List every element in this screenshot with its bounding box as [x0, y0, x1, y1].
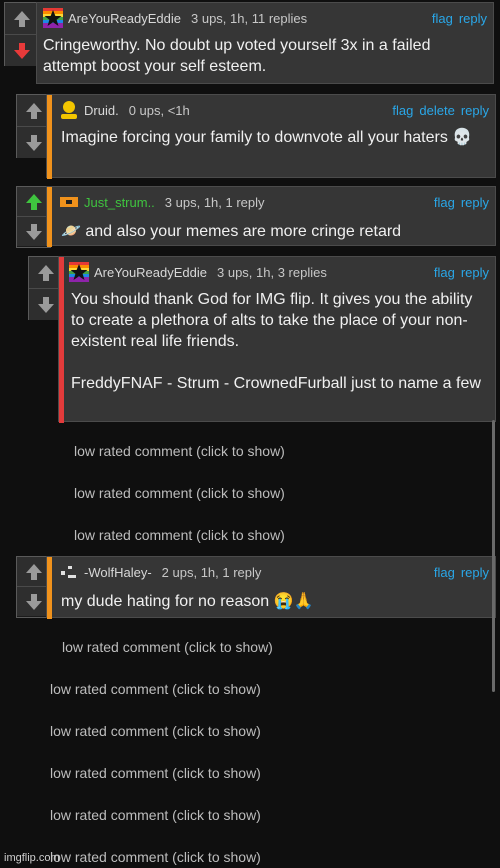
- comment-header: -WolfHaley- 2 ups, 1h, 1 reply flag reply: [59, 561, 489, 583]
- comment-header: AreYouReadyEddie 3 ups, 1h, 11 replies f…: [43, 7, 487, 29]
- flag-link[interactable]: flag: [434, 265, 455, 280]
- comment-meta: 3 ups, 1h, 11 replies: [191, 10, 308, 26]
- reply-link[interactable]: reply: [461, 195, 489, 210]
- comment-body: -WolfHaley- 2 ups, 1h, 1 reply flag reply…: [46, 556, 496, 619]
- own-comment-bar: [47, 557, 52, 619]
- comment-meta: 3 ups, 1h, 1 reply: [164, 194, 265, 210]
- comment-text: Imagine forcing your family to downvote …: [61, 129, 473, 146]
- comment-body: AreYouReadyEddie 3 ups, 1h, 3 replies fl…: [58, 256, 496, 423]
- username[interactable]: AreYouReadyEddie: [94, 265, 207, 280]
- flag-link[interactable]: flag: [432, 11, 453, 26]
- comment-body: AreYouReadyEddie 3 ups, 1h, 11 replies f…: [36, 2, 494, 84]
- reply-thread-bar: [59, 257, 64, 423]
- flag-link[interactable]: flag: [392, 103, 413, 118]
- arrow-up-icon: [25, 563, 42, 580]
- comment-meta: 0 ups, <1h: [128, 102, 190, 118]
- comment-meta: 3 ups, 1h, 3 replies: [217, 264, 327, 280]
- low-rated-comment-toggle[interactable]: low rated comment (click to show): [50, 765, 261, 781]
- reply-link[interactable]: reply: [461, 565, 489, 580]
- comment-actions: flag reply: [426, 11, 487, 26]
- avatar[interactable]: [43, 8, 63, 28]
- arrow-up-icon: [37, 264, 54, 281]
- username[interactable]: Druid.: [84, 103, 119, 118]
- arrow-up-icon: [13, 10, 30, 27]
- low-rated-comment-toggle[interactable]: low rated comment (click to show): [50, 723, 261, 739]
- low-rated-comment-toggle[interactable]: low rated comment (click to show): [50, 849, 261, 865]
- arrow-up-icon: [25, 102, 42, 119]
- comment: Druid. 0 ups, <1h flag delete reply Imagin…: [16, 94, 496, 179]
- arrow-down-icon: [25, 223, 42, 240]
- reply-link[interactable]: reply: [459, 11, 487, 26]
- low-rated-comment-toggle[interactable]: low rated comment (click to show): [74, 443, 285, 459]
- comment-meta: 2 ups, 1h, 1 reply: [161, 564, 262, 580]
- avatar[interactable]: [59, 562, 79, 582]
- comment-actions: flag reply: [428, 195, 489, 210]
- watermark: imgflip.com: [4, 852, 60, 864]
- comment-text: You should thank God for IMG flip. It gi…: [71, 291, 481, 392]
- comment-header: Just_strum.. 3 ups, 1h, 1 reply flag repl…: [59, 191, 489, 213]
- reply-link[interactable]: reply: [461, 103, 489, 118]
- comment-header: Druid. 0 ups, <1h flag delete reply: [59, 99, 489, 121]
- username[interactable]: Just_strum..: [84, 195, 155, 210]
- comment: AreYouReadyEddie 3 ups, 1h, 11 replies f…: [4, 2, 494, 84]
- delete-link[interactable]: delete: [419, 103, 454, 118]
- upvote-button[interactable]: [5, 3, 38, 35]
- arrow-down-icon: [37, 296, 54, 313]
- comment-body: Druid. 0 ups, <1h flag delete reply Imagin…: [46, 94, 496, 179]
- comment-header: AreYouReadyEddie 3 ups, 1h, 3 replies fl…: [69, 261, 489, 283]
- low-rated-comment-toggle[interactable]: low rated comment (click to show): [50, 807, 261, 823]
- username[interactable]: -WolfHaley-: [84, 565, 152, 580]
- username[interactable]: AreYouReadyEddie: [68, 11, 181, 26]
- low-rated-comment-toggle[interactable]: low rated comment (click to show): [50, 681, 261, 697]
- comment-actions: flag delete reply: [386, 103, 489, 118]
- comment: -WolfHaley- 2 ups, 1h, 1 reply flag reply…: [16, 556, 496, 619]
- arrow-down-icon: [25, 593, 42, 610]
- low-rated-comment-toggle[interactable]: low rated comment (click to show): [74, 527, 285, 543]
- comment: AreYouReadyEddie 3 ups, 1h, 3 replies fl…: [28, 256, 496, 423]
- comment: Just_strum.. 3 ups, 1h, 1 reply flag repl…: [16, 186, 496, 248]
- scrollbar[interactable]: [492, 420, 495, 692]
- comment-actions: flag reply: [428, 565, 489, 580]
- low-rated-comment-toggle[interactable]: low rated comment (click to show): [74, 485, 285, 501]
- arrow-down-icon: [25, 134, 42, 151]
- own-comment-bar: [47, 187, 52, 247]
- low-rated-comment-toggle[interactable]: low rated comment (click to show): [62, 639, 273, 655]
- vote-controls: [4, 2, 39, 66]
- comment-text: Cringeworthy. No doubt up voted yourself…: [43, 37, 431, 75]
- avatar[interactable]: [59, 100, 79, 120]
- flag-link[interactable]: flag: [434, 195, 455, 210]
- own-comment-bar: [47, 95, 52, 179]
- flag-link[interactable]: flag: [434, 565, 455, 580]
- downvote-button[interactable]: [5, 35, 38, 66]
- avatar[interactable]: [69, 262, 89, 282]
- avatar[interactable]: [59, 192, 79, 212]
- comment-text: my dude hating for no reason 😭🙏: [61, 593, 314, 610]
- reply-link[interactable]: reply: [461, 265, 489, 280]
- comment-text: 🪐 and also your memes are more cringe re…: [61, 223, 402, 240]
- comment-actions: flag reply: [428, 265, 489, 280]
- comment-body: Just_strum.. 3 ups, 1h, 1 reply flag repl…: [46, 186, 496, 247]
- arrow-up-icon: [25, 193, 42, 210]
- arrow-down-icon: [13, 42, 30, 59]
